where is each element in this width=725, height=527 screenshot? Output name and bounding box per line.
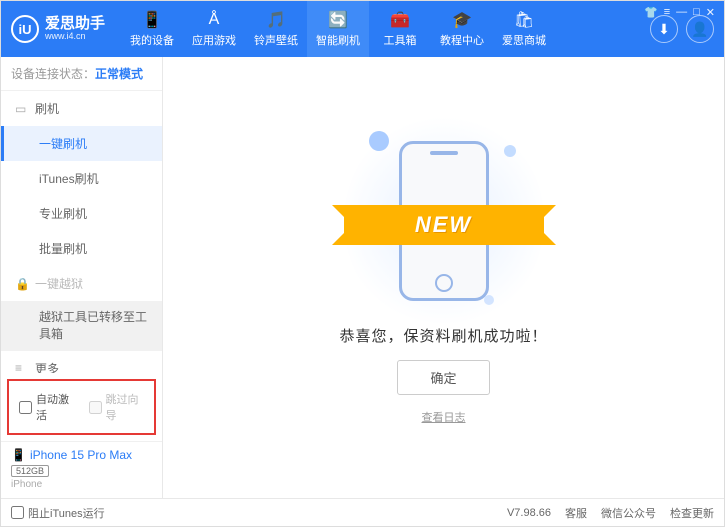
nav-smart-flash[interactable]: 🔄 智能刷机 bbox=[307, 1, 369, 57]
app-name: 爱思助手 bbox=[45, 16, 105, 33]
nav-my-device[interactable]: 📱 我的设备 bbox=[121, 1, 183, 57]
nav-ringtones[interactable]: 🎵 铃声壁纸 bbox=[245, 1, 307, 57]
nav-label: 智能刷机 bbox=[316, 32, 360, 48]
sidebar-item-batch-flash[interactable]: 批量刷机 bbox=[1, 231, 162, 266]
device-type: iPhone bbox=[11, 479, 152, 490]
sidebar-item-pro-flash[interactable]: 专业刷机 bbox=[1, 196, 162, 231]
nav-label: 应用游戏 bbox=[192, 32, 236, 48]
lock-icon: 🔒 bbox=[15, 277, 27, 291]
store-icon: 🛍 bbox=[514, 10, 534, 30]
menu-group-flash[interactable]: ▭ 刷机 bbox=[1, 91, 162, 126]
user-button[interactable]: 👤 bbox=[686, 15, 714, 43]
ok-button[interactable]: 确定 bbox=[397, 360, 489, 395]
menu-group-more[interactable]: ≡ 更多 bbox=[1, 351, 162, 373]
status-bar: 阻止iTunes运行 V7.98.66 客服 微信公众号 检查更新 bbox=[1, 498, 724, 526]
nav-apps-games[interactable]: Å 应用游戏 bbox=[183, 1, 245, 57]
download-button[interactable]: ⬇ bbox=[650, 15, 678, 43]
sidebar-item-itunes-flash[interactable]: iTunes刷机 bbox=[1, 161, 162, 196]
apps-icon: Å bbox=[204, 10, 224, 30]
menu-icon[interactable]: ≡ bbox=[664, 6, 670, 19]
title-bar: 👕 ≡ — □ ✕ iU 爱思助手 www.i4.cn 📱 我的设备 Å 应用游… bbox=[1, 1, 724, 57]
device-info: 📱 iPhone 15 Pro Max 512GB iPhone bbox=[1, 441, 162, 498]
new-ribbon: NEW bbox=[344, 205, 544, 245]
nav-toolbox[interactable]: 🧰 工具箱 bbox=[369, 1, 431, 57]
app-logo: iU 爱思助手 www.i4.cn bbox=[11, 15, 105, 43]
auto-activate-checkbox[interactable]: 自动激活 bbox=[19, 391, 75, 423]
storage-badge: 512GB bbox=[11, 465, 49, 477]
highlighted-options: 自动激活 跳过向导 bbox=[7, 379, 156, 435]
device-name[interactable]: 📱 iPhone 15 Pro Max bbox=[11, 448, 152, 462]
nav-label: 爱思商城 bbox=[502, 32, 546, 48]
nav-label: 工具箱 bbox=[384, 32, 417, 48]
ringtone-icon: 🎵 bbox=[266, 10, 286, 30]
wechat-link[interactable]: 微信公众号 bbox=[601, 505, 656, 521]
phone-icon: 📱 bbox=[11, 448, 26, 462]
close-icon[interactable]: ✕ bbox=[706, 6, 715, 19]
block-itunes-checkbox[interactable]: 阻止iTunes运行 bbox=[11, 505, 105, 521]
success-illustration: NEW bbox=[364, 131, 524, 311]
minimize-icon[interactable]: — bbox=[676, 6, 687, 19]
flash-icon: 🔄 bbox=[328, 10, 348, 30]
view-log-link[interactable]: 查看日志 bbox=[422, 409, 466, 425]
menu-group-jailbreak[interactable]: 🔒 一键越狱 bbox=[1, 266, 162, 301]
version-label: V7.98.66 bbox=[507, 507, 551, 519]
nav-label: 我的设备 bbox=[130, 32, 174, 48]
main-content: NEW 恭喜您，保资料刷机成功啦！ 确定 查看日志 bbox=[163, 57, 724, 498]
nav-store[interactable]: 🛍 爱思商城 bbox=[493, 1, 555, 57]
app-url: www.i4.cn bbox=[45, 32, 105, 42]
more-icon: ≡ bbox=[15, 361, 27, 373]
sidebar-item-jailbreak-moved: 越狱工具已转移至工具箱 bbox=[1, 301, 162, 351]
check-update-link[interactable]: 检查更新 bbox=[670, 505, 714, 521]
flash-group-icon: ▭ bbox=[15, 102, 27, 116]
nav-tutorials[interactable]: 🎓 教程中心 bbox=[431, 1, 493, 57]
logo-icon: iU bbox=[11, 15, 39, 43]
sidebar-item-oneclick-flash[interactable]: 一键刷机 bbox=[1, 126, 162, 161]
main-nav: 📱 我的设备 Å 应用游戏 🎵 铃声壁纸 🔄 智能刷机 🧰 工具箱 🎓 教 bbox=[121, 1, 555, 57]
skin-icon[interactable]: 👕 bbox=[644, 6, 658, 19]
nav-label: 铃声壁纸 bbox=[254, 32, 298, 48]
device-icon: 📱 bbox=[142, 10, 162, 30]
connection-status: 设备连接状态：正常模式 bbox=[1, 57, 162, 91]
toolbox-icon: 🧰 bbox=[390, 10, 410, 30]
sidebar: 设备连接状态：正常模式 ▭ 刷机 一键刷机 iTunes刷机 专业刷机 批量刷机… bbox=[1, 57, 163, 498]
maximize-icon[interactable]: □ bbox=[693, 6, 700, 19]
tutorial-icon: 🎓 bbox=[452, 10, 472, 30]
nav-label: 教程中心 bbox=[440, 32, 484, 48]
skip-guide-checkbox[interactable]: 跳过向导 bbox=[89, 391, 145, 423]
customer-service-link[interactable]: 客服 bbox=[565, 505, 587, 521]
